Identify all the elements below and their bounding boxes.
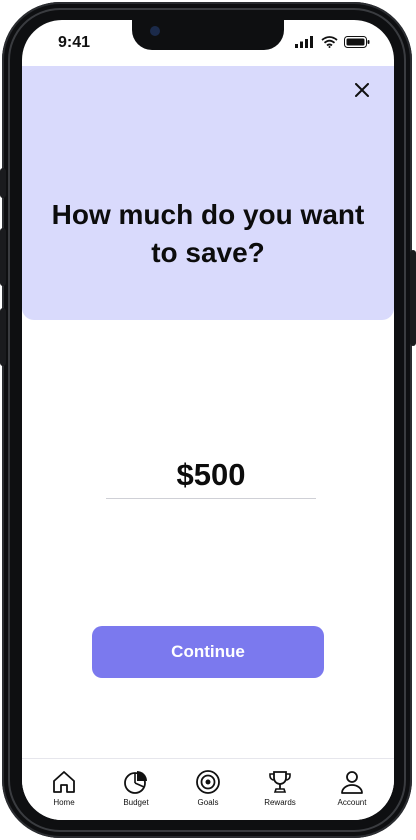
- power-button: [410, 250, 416, 346]
- status-icons: [295, 36, 370, 48]
- status-bar: 9:41: [22, 20, 394, 66]
- tab-label: Rewards: [264, 798, 296, 807]
- wifi-icon: [321, 36, 338, 48]
- tab-label: Goals: [197, 798, 219, 807]
- amount-input[interactable]: $500: [106, 456, 316, 499]
- close-icon: [355, 83, 369, 97]
- pie-chart-icon: [124, 771, 147, 794]
- app-screen: 9:41 How much do you want to save? $500 …: [22, 20, 394, 820]
- volume-up-button: [0, 228, 6, 286]
- tab-budget[interactable]: Budget: [107, 759, 165, 820]
- header-panel: How much do you want to save?: [22, 66, 394, 320]
- target-icon: [196, 770, 220, 794]
- status-time: 9:41: [58, 34, 91, 51]
- page-title: How much do you want to save?: [51, 199, 365, 268]
- mute-switch: [0, 168, 6, 198]
- notch: [132, 20, 284, 50]
- tab-label: Home: [53, 798, 75, 807]
- volume-down-button: [0, 308, 6, 366]
- continue-button[interactable]: Continue: [92, 626, 324, 678]
- trophy-icon: [269, 771, 291, 793]
- person-icon: [341, 771, 363, 794]
- tab-account[interactable]: Account: [323, 759, 381, 820]
- tab-label: Account: [337, 798, 367, 807]
- tab-rewards[interactable]: Rewards: [251, 759, 309, 820]
- signal-icon: [295, 36, 313, 48]
- battery-icon: [344, 36, 370, 48]
- tab-bar: Home Budget Goals Rewards Account: [22, 758, 394, 820]
- tab-home[interactable]: Home: [35, 759, 93, 820]
- home-icon: [53, 771, 75, 793]
- tab-goals[interactable]: Goals: [179, 759, 237, 820]
- close-button[interactable]: [348, 76, 376, 104]
- camera-icon: [150, 26, 160, 36]
- tab-label: Budget: [123, 798, 149, 807]
